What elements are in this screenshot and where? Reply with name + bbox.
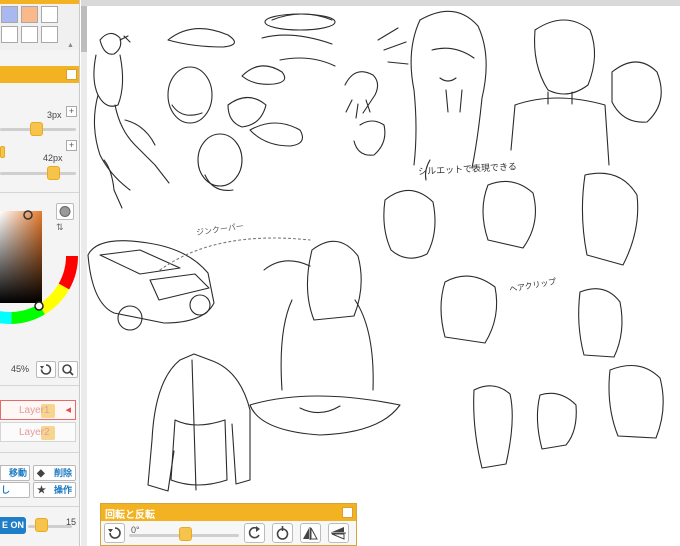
sketch-girl-heads-right (383, 172, 664, 469)
delete-button[interactable]: ◆ 削除 (33, 465, 76, 481)
swatch-empty[interactable] (41, 26, 58, 43)
flip-vertical-button[interactable] (328, 523, 349, 543)
layer-name: Layer1 (19, 405, 50, 416)
operation-label: 操作 (54, 485, 73, 495)
flip-horizontal-button[interactable] (300, 523, 321, 543)
layer-row-2[interactable]: Layer2 (0, 422, 76, 442)
delete-label: 削除 (54, 468, 73, 478)
stabilizer-value: 15 (66, 517, 77, 527)
opacity-value: 42px (43, 153, 63, 163)
value-selector[interactable] (34, 301, 44, 311)
brush-size-slider-knob[interactable] (30, 122, 43, 136)
palette-accent-bar (0, 0, 79, 4)
divider (0, 385, 79, 386)
opacity-slider[interactable] (0, 172, 76, 175)
swap-colors-icon[interactable]: ⇅ (56, 222, 64, 233)
zoom-button[interactable] (58, 361, 78, 378)
star-icon: ★ (37, 485, 46, 496)
sketch-girl-portrait-1 (410, 10, 487, 181)
toggle-on-button[interactable]: E ON (0, 517, 26, 534)
sketch-figure-standing (93, 32, 170, 209)
diamond-icon: ◆ (37, 468, 45, 479)
arrow-left-icon[interactable]: ◂ (65, 403, 71, 416)
scrollbar-thumb[interactable] (81, 6, 87, 52)
brush-size-value: 3px (47, 110, 62, 120)
swatch-orange[interactable] (21, 6, 38, 23)
sketch-seated-girl (249, 240, 401, 436)
partial-label: し (1, 485, 11, 495)
divider (0, 506, 79, 507)
vertical-scrollbar[interactable] (81, 6, 87, 546)
swatch-empty[interactable] (41, 6, 58, 23)
swatch-empty[interactable] (1, 26, 18, 43)
sketch-jacket (147, 353, 251, 492)
layer-row-1[interactable]: Layer1 ◂ (0, 400, 76, 420)
swatch-empty[interactable] (21, 26, 38, 43)
stabilizer-slider-knob[interactable] (35, 518, 48, 532)
move-label: 移動 (9, 468, 28, 478)
drawing-canvas[interactable]: シルエットで表現できる ジンクーパー ヘアクリップ (81, 0, 680, 546)
layer-name: Layer2 (19, 427, 50, 438)
sketch-head-studies (167, 13, 336, 191)
tool-panel: ▲ 3px + + 42px ⇅ 45% Layer1 ◂ Layer2 ◆ 削… (0, 0, 80, 546)
reset-rotate-button[interactable] (36, 361, 56, 378)
rotate-ccw-button[interactable] (244, 523, 265, 543)
canvas-top-bar (81, 0, 680, 6)
color-swatch-palette: ▲ (0, 0, 79, 50)
color-mode-button[interactable] (56, 203, 74, 220)
sketch-hands (344, 27, 409, 156)
brush-panel-header[interactable] (0, 66, 79, 83)
sketch-artwork (87, 10, 664, 492)
move-button[interactable]: 移動 (0, 465, 30, 481)
zoom-value: 45% (11, 364, 30, 374)
rotate-flip-panel: 回転と反転 0° (100, 503, 357, 546)
sketch-car (87, 237, 311, 331)
plus-button[interactable]: + (66, 106, 77, 117)
swatch-blue[interactable] (1, 6, 18, 23)
operation-button[interactable]: ★ 操作 (33, 482, 76, 498)
sketch-girl-portrait-2 (510, 19, 662, 166)
rotation-slider-knob[interactable] (179, 527, 192, 541)
opacity-marker (0, 146, 5, 158)
plus-button[interactable]: + (66, 140, 77, 151)
opacity-slider-knob[interactable] (47, 166, 60, 180)
rotate-panel-header[interactable]: 回転と反転 (101, 504, 356, 521)
rotate-reset-button[interactable] (104, 523, 125, 543)
rotate-panel-title: 回転と反転 (105, 510, 155, 521)
partial-tool-button[interactable]: し (0, 482, 30, 498)
chevron-up-icon[interactable]: ▲ (67, 42, 74, 49)
rotate-cw-button[interactable] (272, 523, 293, 543)
divider (0, 452, 79, 453)
divider (0, 192, 79, 193)
panel-toggle-button[interactable] (342, 507, 353, 518)
panel-toggle-button[interactable] (66, 69, 77, 80)
